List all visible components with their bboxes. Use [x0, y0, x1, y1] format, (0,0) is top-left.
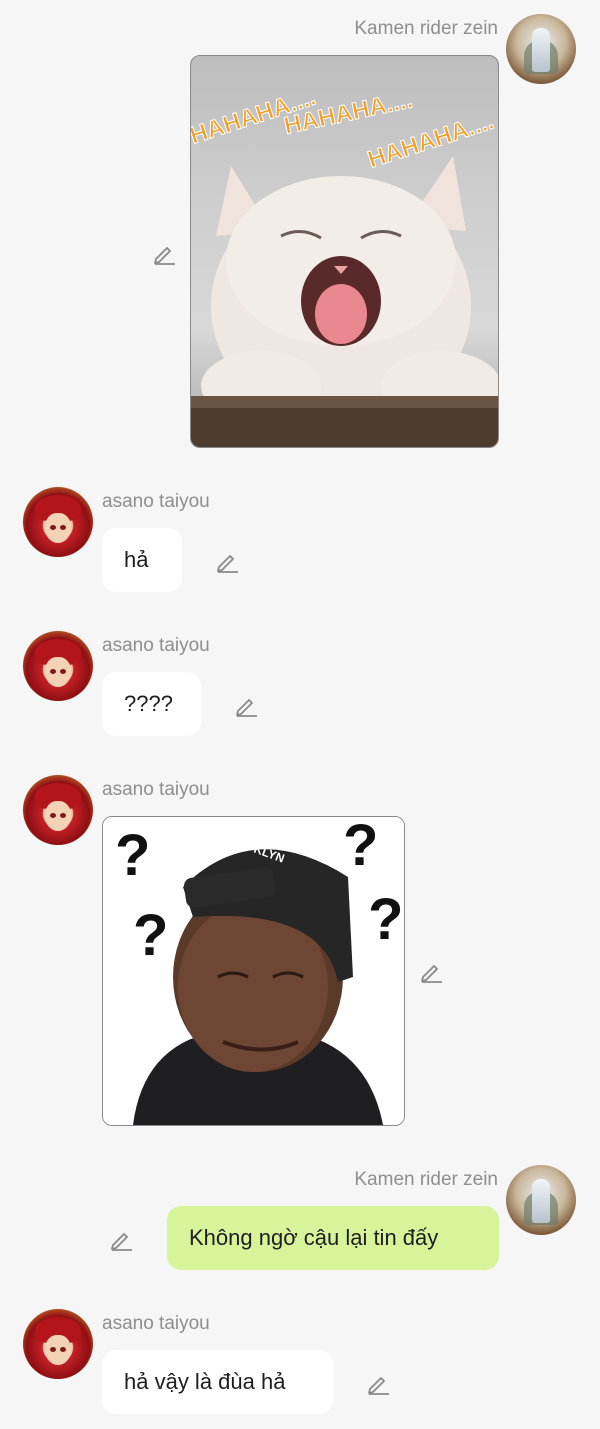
message-bubble-outgoing[interactable]: Không ngờ cậu lại tin đấy: [167, 1206, 499, 1270]
avatar-asano-taiyou[interactable]: [23, 631, 93, 701]
sender-name: asano taiyou: [102, 635, 210, 656]
question-mark-3: ?: [133, 903, 168, 968]
sender-name: asano taiyou: [102, 491, 210, 512]
message-text: hả vậy là đùa hả: [124, 1369, 286, 1394]
sender-name: asano taiyou: [102, 1313, 210, 1334]
edit-pencil-icon[interactable]: [108, 1226, 134, 1252]
question-mark-2: ?: [343, 817, 378, 878]
message-bubble[interactable]: hả: [102, 528, 182, 592]
image-laughing-cat[interactable]: HAHAHA.... HAHAHA.... HAHAHA....: [190, 55, 499, 448]
question-mark-4: ?: [368, 887, 403, 952]
edit-pencil-icon[interactable]: [418, 958, 444, 984]
edit-pencil-icon[interactable]: [214, 548, 240, 574]
sender-name: asano taiyou: [102, 779, 210, 800]
avatar-asano-taiyou[interactable]: [23, 487, 93, 557]
avatar-kamen-rider-zein[interactable]: [506, 1165, 576, 1235]
message-text: hả: [124, 547, 149, 572]
avatar-asano-taiyou[interactable]: [23, 1309, 93, 1379]
message-bubble[interactable]: hả vậy là đùa hả: [102, 1350, 333, 1414]
message-text: Không ngờ cậu lại tin đấy: [189, 1225, 439, 1250]
image-confused-meme[interactable]: KLYN ? ? ? ?: [102, 816, 405, 1126]
message-text: ????: [124, 691, 173, 716]
sender-name: Kamen rider zein: [354, 1169, 498, 1190]
avatar-asano-taiyou[interactable]: [23, 775, 93, 845]
edit-pencil-icon[interactable]: [151, 240, 177, 266]
edit-pencil-icon[interactable]: [365, 1370, 391, 1396]
message-bubble[interactable]: ????: [102, 672, 201, 736]
avatar-kamen-rider-zein[interactable]: [506, 14, 576, 84]
edit-pencil-icon[interactable]: [233, 692, 259, 718]
sender-name: Kamen rider zein: [354, 18, 498, 39]
question-mark-1: ?: [115, 823, 150, 888]
